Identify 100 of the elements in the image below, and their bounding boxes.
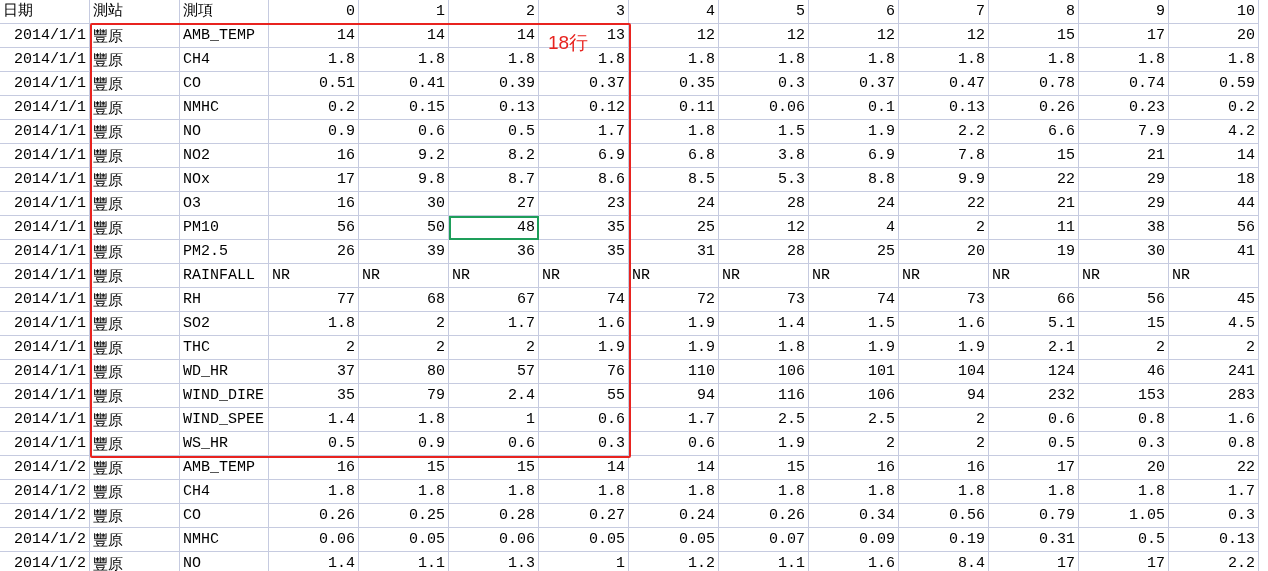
table-cell: 0.78: [1039, 75, 1075, 92]
table-cell: 46: [1147, 363, 1165, 380]
table-cell: 豐原: [90, 408, 180, 432]
column-header: 4: [629, 0, 719, 24]
table-cell: 2014/1/1: [0, 288, 90, 312]
table-cell: 16: [877, 459, 895, 476]
table-cell: 1.8: [328, 315, 355, 332]
table-cell: 2: [976, 219, 985, 236]
table-cell: 3.8: [778, 147, 805, 164]
table-cell: 豐原: [90, 504, 180, 528]
table-cell: 0.05: [589, 531, 625, 548]
table-cell: 1.8: [418, 483, 445, 500]
table-cell: 1.4: [328, 555, 355, 571]
table-cell: 1.9: [958, 339, 985, 356]
table-cell: 0.23: [1129, 99, 1165, 116]
table-cell: 0.5: [328, 435, 355, 452]
table-cell: 0.3: [778, 75, 805, 92]
table-cell: 0.13: [499, 99, 535, 116]
table-cell: 0.3: [598, 435, 625, 452]
table-cell: THC: [180, 336, 269, 360]
table-cell: NO: [180, 552, 269, 571]
column-header: 測站: [90, 0, 180, 24]
table-cell: 1.8: [418, 51, 445, 68]
table-cell: 16: [337, 147, 355, 164]
table-cell: 4: [886, 219, 895, 236]
table-cell: 38: [1147, 219, 1165, 236]
table-cell: O3: [180, 192, 269, 216]
table-cell: 0.11: [679, 99, 715, 116]
column-header: 2: [449, 0, 539, 24]
table-cell: 22: [1237, 459, 1255, 476]
table-cell: 72: [697, 291, 715, 308]
table-cell: 2014/1/1: [0, 264, 90, 288]
table-cell: 17: [1147, 555, 1165, 571]
table-cell: 0.6: [1048, 411, 1075, 428]
table-cell: PM10: [180, 216, 269, 240]
table-cell: 1.1: [418, 555, 445, 571]
table-cell: 0.12: [589, 99, 625, 116]
column-header: 1: [359, 0, 449, 24]
table-cell: WIND_SPEE: [180, 408, 269, 432]
table-cell: 豐原: [90, 360, 180, 384]
table-cell: 56: [1237, 219, 1255, 236]
table-cell: 0.74: [1129, 75, 1165, 92]
table-cell: 35: [607, 243, 625, 260]
table-cell: 24: [697, 195, 715, 212]
table-cell: 15: [787, 459, 805, 476]
table-cell: 豐原: [90, 72, 180, 96]
table-cell: 1.8: [868, 51, 895, 68]
table-cell: 8.7: [508, 171, 535, 188]
table-cell: 25: [877, 243, 895, 260]
column-header: 3: [539, 0, 629, 24]
table-cell: 23: [607, 195, 625, 212]
table-cell: 2014/1/1: [0, 384, 90, 408]
table-cell: NR: [902, 267, 920, 284]
table-cell: 16: [337, 459, 355, 476]
table-cell: 9.8: [418, 171, 445, 188]
table-cell: 56: [337, 219, 355, 236]
table-cell: 1: [616, 555, 625, 571]
table-cell: 0.6: [418, 123, 445, 140]
table-cell: 241: [1228, 363, 1255, 380]
table-cell: 豐原: [90, 384, 180, 408]
table-cell: 20: [1237, 27, 1255, 44]
table-cell: 22: [967, 195, 985, 212]
table-cell: 2.1: [1048, 339, 1075, 356]
table-cell: NMHC: [180, 528, 269, 552]
table-cell: NOx: [180, 168, 269, 192]
table-cell: 豐原: [90, 96, 180, 120]
table-cell: 57: [517, 363, 535, 380]
table-cell: 2014/1/1: [0, 168, 90, 192]
table-cell: 豐原: [90, 168, 180, 192]
table-cell: 豐原: [90, 216, 180, 240]
table-cell: 5.1: [1048, 315, 1075, 332]
table-cell: 0.07: [769, 531, 805, 548]
table-cell: 1.8: [688, 483, 715, 500]
table-cell: 豐原: [90, 552, 180, 571]
table-cell: 1.9: [868, 339, 895, 356]
table-cell: CO: [180, 504, 269, 528]
table-cell: 0.8: [1228, 435, 1255, 452]
table-cell: 豐原: [90, 240, 180, 264]
table-cell: 37: [337, 363, 355, 380]
table-cell: 2: [1246, 339, 1255, 356]
table-cell: 1.9: [598, 339, 625, 356]
table-cell: 1.8: [958, 483, 985, 500]
selected-cell[interactable]: 48: [449, 216, 539, 240]
table-cell: 豐原: [90, 192, 180, 216]
table-cell: 豐原: [90, 528, 180, 552]
table-cell: 0.05: [679, 531, 715, 548]
table-cell: 豐原: [90, 456, 180, 480]
table-cell: 12: [787, 219, 805, 236]
table-cell: 1.9: [868, 123, 895, 140]
table-cell: 1.1: [778, 555, 805, 571]
table-cell: 35: [607, 219, 625, 236]
table-cell: 1.8: [328, 483, 355, 500]
table-cell: 94: [967, 387, 985, 404]
table-cell: 17: [1147, 27, 1165, 44]
table-cell: 1.8: [688, 123, 715, 140]
table-cell: 8.6: [598, 171, 625, 188]
table-cell: 55: [607, 387, 625, 404]
table-cell: 2: [436, 315, 445, 332]
table-cell: 106: [868, 387, 895, 404]
table-cell: 101: [868, 363, 895, 380]
